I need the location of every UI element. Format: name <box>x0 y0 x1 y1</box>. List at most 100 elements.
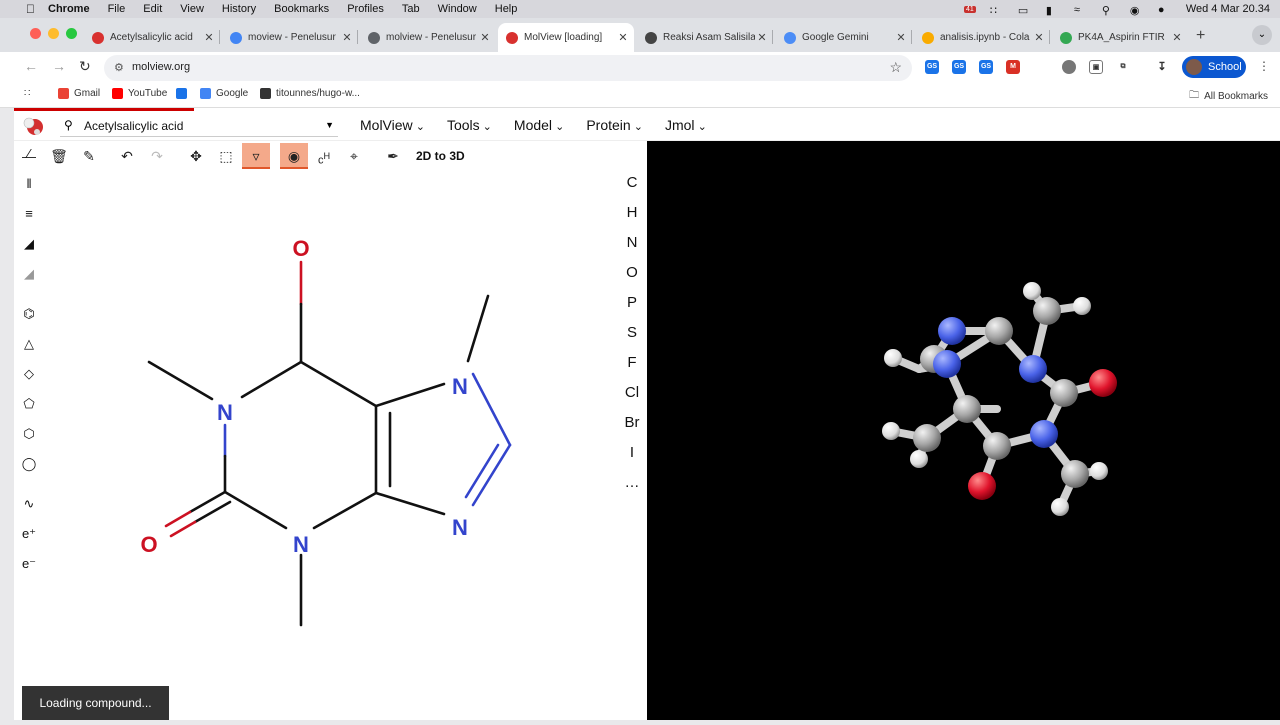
browser-tab[interactable]: moview - Penelusur ✕ <box>222 23 358 52</box>
close-window-button[interactable] <box>30 28 41 39</box>
menu-app[interactable]: Chrome <box>48 3 90 15</box>
close-tab-icon[interactable]: ✕ <box>1170 31 1184 44</box>
close-tab-icon[interactable]: ✕ <box>202 31 216 44</box>
new-tab-icon[interactable]: + <box>1196 27 1205 45</box>
browser-tab[interactable]: molview - Penelusur ✕ <box>360 23 496 52</box>
control-center-icon[interactable]: ◉ <box>1130 4 1144 17</box>
3d-viewer[interactable] <box>647 141 1280 720</box>
bookmark-item[interactable]: titounnes/hugo-w... <box>260 88 360 99</box>
close-tab-icon[interactable]: ✕ <box>1032 31 1046 44</box>
browser-tab[interactable]: Reaksi Asam Salisila ✕ <box>637 23 773 52</box>
close-tab-icon[interactable]: ✕ <box>340 31 354 44</box>
browser-tab[interactable]: MolView [loading] ✕ <box>498 23 634 52</box>
more-menu-icon[interactable]: ⋮ <box>1258 59 1270 73</box>
bookmark-item[interactable]: Google <box>200 88 248 99</box>
redo-icon[interactable]: ↷ <box>143 143 171 169</box>
menu-help[interactable]: Help <box>495 3 518 15</box>
extension-icon[interactable]: GS <box>925 60 939 74</box>
bookmark-item[interactable]: YouTube <box>112 88 167 99</box>
element-c[interactable]: C <box>620 174 644 191</box>
double-bond-icon[interactable]: ‖ <box>18 173 40 195</box>
element-n[interactable]: N <box>620 234 644 251</box>
menu-model[interactable]: Model <box>514 117 564 133</box>
trash-icon[interactable]: 🗑 <box>45 143 73 169</box>
move-icon[interactable]: ✥ <box>182 143 210 169</box>
2d-sketcher-canvas[interactable]: O N N N O N <box>14 216 620 686</box>
atom-n3[interactable]: N <box>293 532 309 557</box>
eraser-icon[interactable]: ✎ <box>75 143 103 169</box>
back-icon[interactable]: ← <box>24 58 38 74</box>
menu-history[interactable]: History <box>222 3 256 15</box>
menu-tab[interactable]: Tab <box>402 3 420 15</box>
clean-brush-icon[interactable]: ✒ <box>379 143 407 169</box>
extension-icon[interactable]: GS <box>979 60 993 74</box>
battery-icon[interactable]: ▮ <box>1046 4 1060 17</box>
puzzle-icon[interactable]: ⧉ <box>1116 60 1130 74</box>
menu-window[interactable]: Window <box>438 3 477 15</box>
close-tab-icon[interactable]: ✕ <box>755 31 769 44</box>
element-cl[interactable]: Cl <box>620 384 644 401</box>
profile-button[interactable]: School <box>1182 56 1246 78</box>
atom-n-right[interactable]: N <box>452 515 468 540</box>
molview-logo[interactable] <box>22 115 44 137</box>
close-tab-icon[interactable]: ✕ <box>894 31 908 44</box>
element-o[interactable]: O <box>620 264 644 281</box>
clock[interactable]: Wed 4 Mar 20.34 <box>1186 3 1270 15</box>
minimize-window-button[interactable] <box>48 28 59 39</box>
display-icon[interactable]: ▭ <box>1018 4 1032 17</box>
download-icon[interactable]: ↧ <box>1155 60 1169 74</box>
hydrogen-label-icon[interactable]: cH <box>310 143 338 169</box>
site-info-icon[interactable]: ⚙ <box>114 61 124 74</box>
menu-view[interactable]: View <box>180 3 204 15</box>
element-f[interactable]: F <box>620 354 644 371</box>
atom-o-left[interactable]: O <box>140 532 157 557</box>
tab-search-icon[interactable]: ⌄ <box>1252 25 1272 45</box>
element-i[interactable]: I <box>620 444 644 461</box>
reload-icon[interactable]: ↻ <box>79 58 91 75</box>
extension-icon[interactable] <box>1062 60 1076 74</box>
browser-tab[interactable]: PK4A_Aspirin FTIR ✕ <box>1052 23 1188 52</box>
center-icon[interactable]: ⌖ <box>340 143 368 169</box>
menu-bookmarks[interactable]: Bookmarks <box>274 3 329 15</box>
menu-edit[interactable]: Edit <box>143 3 162 15</box>
siri-icon[interactable]: ● <box>1158 4 1172 16</box>
bookmark-item[interactable]: Gmail <box>58 88 100 99</box>
atom-n1[interactable]: N <box>217 400 233 425</box>
atom-o-top[interactable]: O <box>292 236 309 261</box>
single-bond-tool-icon[interactable]: ∕ <box>18 143 40 165</box>
close-tab-icon[interactable]: ✕ <box>478 31 492 44</box>
element-p[interactable]: P <box>620 294 644 311</box>
color-mode-icon[interactable]: ◉ <box>280 143 308 169</box>
menu-profiles[interactable]: Profiles <box>347 3 384 15</box>
apps-grid-icon[interactable]: ∷ <box>24 88 30 99</box>
rect-select-icon[interactable]: ⬚ <box>212 143 240 169</box>
menu-file[interactable]: File <box>108 3 126 15</box>
element-more[interactable]: … <box>620 474 644 491</box>
close-tab-icon[interactable]: ✕ <box>616 31 630 44</box>
lasso-select-icon[interactable]: ▿ <box>242 143 270 169</box>
search-input[interactable] <box>84 117 314 135</box>
menu-jmol[interactable]: Jmol <box>665 117 707 133</box>
all-bookmarks[interactable]: 🗀 All Bookmarks <box>1189 88 1268 105</box>
menu-molview[interactable]: MolView <box>360 117 425 133</box>
url-text[interactable]: molview.org <box>132 61 190 73</box>
status-badge[interactable]: 41 <box>964 5 976 13</box>
bookmark-star-icon[interactable]: ☆ <box>889 59 902 76</box>
apple-icon[interactable]:  <box>26 2 48 16</box>
element-br[interactable]: Br <box>620 414 644 431</box>
element-s[interactable]: S <box>620 324 644 341</box>
menu-tools[interactable]: Tools <box>447 117 492 133</box>
browser-tab[interactable]: Google Gemini ✕ <box>776 23 912 52</box>
browser-tab[interactable]: Acetylsalicylic acid ✕ <box>84 23 220 52</box>
forward-icon[interactable]: → <box>52 58 66 74</box>
element-h[interactable]: H <box>620 204 644 221</box>
address-bar[interactable]: ⚙ molview.org ☆ <box>104 55 912 81</box>
wifi-icon[interactable]: ≈ <box>1074 4 1088 16</box>
screenshot-icon[interactable]: ▣ <box>1089 60 1103 74</box>
zoom-window-button[interactable] <box>66 28 77 39</box>
grid-icon[interactable]: ∷ <box>990 4 1004 17</box>
undo-icon[interactable]: ↶ <box>113 143 141 169</box>
chevron-down-icon[interactable]: ▼ <box>325 120 334 130</box>
atom-n-top[interactable]: N <box>452 374 468 399</box>
search-icon[interactable]: ⚲ <box>1102 4 1116 17</box>
